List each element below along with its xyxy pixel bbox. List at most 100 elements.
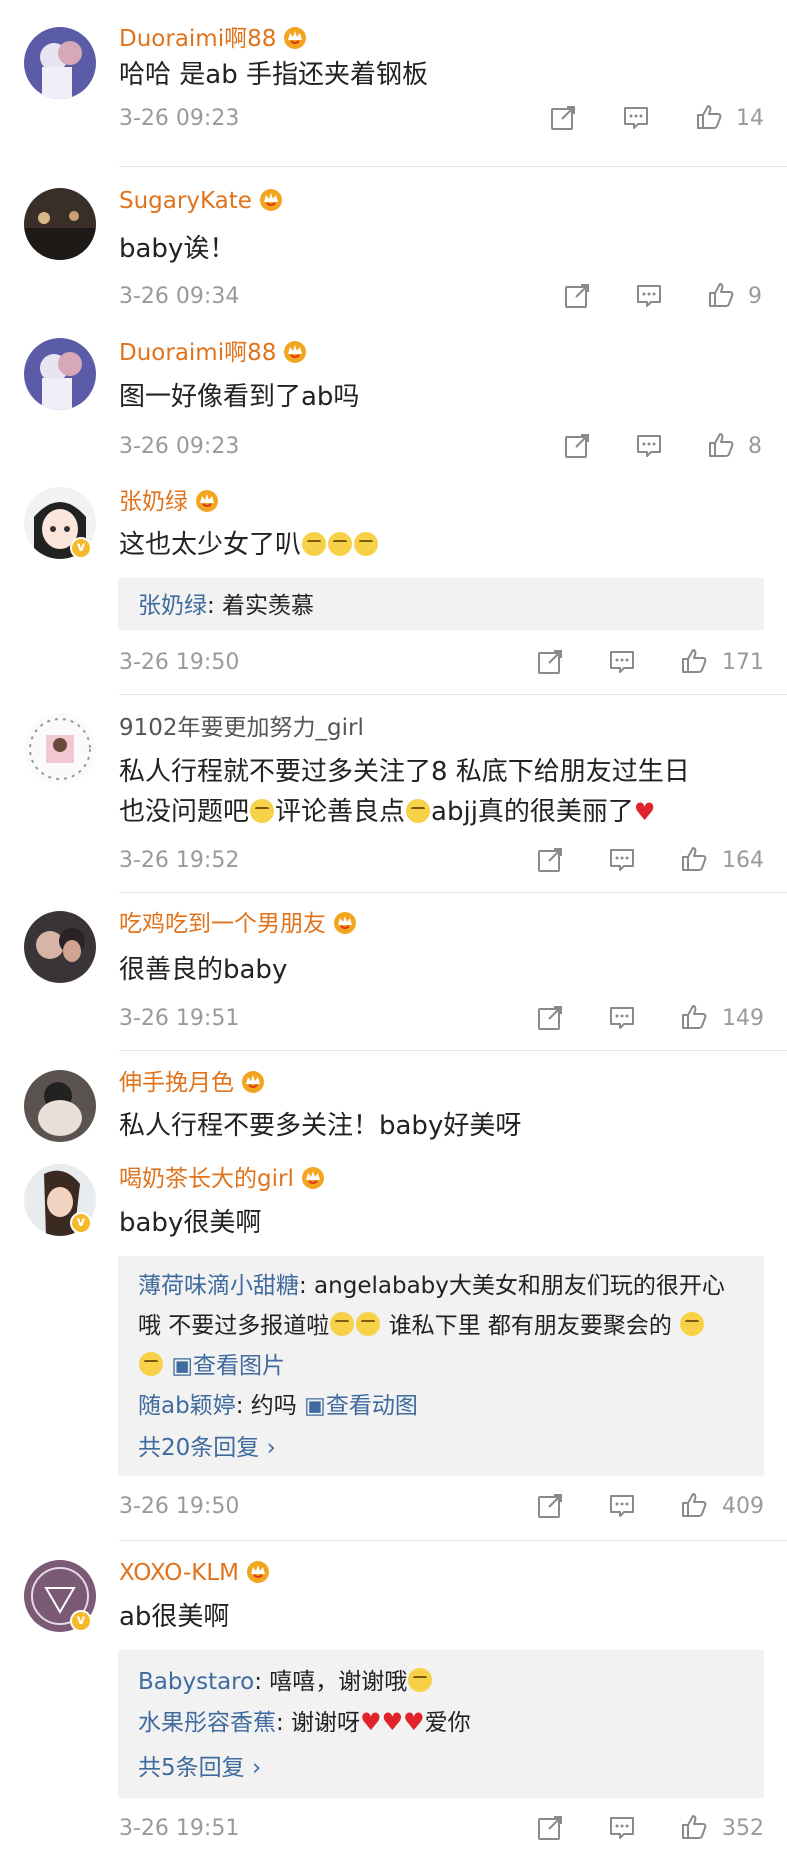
avatar[interactable] — [24, 1070, 96, 1142]
share-icon[interactable] — [536, 846, 564, 874]
username[interactable]: Duoraimi啊88 — [119, 23, 308, 55]
vip-crown-icon — [282, 24, 308, 50]
thumbs-up-icon[interactable] — [680, 1813, 708, 1841]
reply-line: Babystaro: 嘻嘻，谢谢哦 — [138, 1664, 433, 1700]
thumbs-up-icon[interactable] — [680, 647, 708, 675]
timestamp: 3-26 19:51 — [119, 1816, 240, 1841]
like-count: 9 — [748, 284, 762, 309]
share-icon[interactable] — [536, 648, 564, 676]
comment-text-segment: 评论善良点 — [275, 797, 406, 827]
username[interactable]: 喝奶茶长大的girl — [119, 1163, 326, 1195]
username[interactable]: SugaryKate — [119, 185, 284, 217]
reply-line: 水果彤容香蕉: 谢谢呀♥♥♥爱你 — [138, 1704, 471, 1741]
view-gif-label: 查看动图 — [325, 1393, 418, 1419]
comment-icon[interactable] — [608, 1814, 636, 1842]
avatar[interactable] — [24, 188, 96, 260]
timestamp: 3-26 19:51 — [119, 1006, 240, 1031]
comment-text: 私人行程不要多关注！baby好美呀 — [119, 1111, 522, 1141]
username[interactable]: 9102年要更加努力_girl — [119, 712, 364, 744]
thumbs-up-icon[interactable] — [680, 845, 708, 873]
vip-crown-icon — [300, 1164, 326, 1190]
timestamp: 3-26 19:52 — [119, 848, 240, 873]
reply-preview[interactable]: Babystaro: 嘻嘻，谢谢哦 水果彤容香蕉: 谢谢呀♥♥♥爱你 共5条回复… — [118, 1650, 764, 1798]
reply-line: 随ab颖婷: 约吗 ▣查看动图 — [138, 1388, 418, 1424]
emoji-icon — [356, 1312, 381, 1336]
comment-icon[interactable] — [635, 432, 663, 460]
comment-icon[interactable] — [635, 282, 663, 310]
more-replies-link[interactable]: 共20条回复 › — [138, 1430, 276, 1466]
heart-icon: ♥ — [633, 798, 656, 826]
divider — [119, 166, 787, 167]
thumbs-up-icon[interactable] — [707, 281, 735, 309]
comment-icon[interactable] — [608, 1492, 636, 1520]
reply-text: 爱你 — [424, 1710, 471, 1736]
emoji-icon — [354, 532, 379, 556]
reply-text: : 谢谢呀 — [276, 1710, 361, 1736]
username[interactable]: 张奶绿 — [119, 486, 220, 518]
timestamp: 3-26 19:50 — [119, 650, 240, 675]
reply-preview[interactable]: 张奶绿: 着实羡慕 — [118, 578, 764, 630]
verified-v-icon: v — [70, 1610, 92, 1632]
avatar[interactable] — [24, 911, 96, 983]
reply-author[interactable]: 随ab颖婷 — [138, 1393, 236, 1419]
avatar[interactable] — [24, 27, 96, 99]
reply-line: 张奶绿: 着实羡慕 — [138, 588, 314, 624]
share-icon[interactable] — [536, 1492, 564, 1520]
view-gif-link[interactable]: ▣查看动图 — [304, 1393, 418, 1419]
comment-text: 这也太少女了叭 — [119, 525, 379, 565]
divider — [119, 1540, 787, 1541]
share-icon[interactable] — [563, 432, 591, 460]
more-replies-link[interactable]: 共5条回复 › — [138, 1750, 261, 1786]
heart-icon: ♥♥♥ — [360, 1708, 425, 1736]
emoji-icon — [302, 532, 327, 556]
username[interactable]: XOXO-KLM — [119, 1557, 271, 1589]
comment-text: baby很美啊 — [119, 1208, 262, 1238]
share-icon[interactable] — [536, 1814, 564, 1842]
emoji-icon — [680, 1312, 705, 1336]
timestamp: 3-26 19:50 — [119, 1494, 240, 1519]
view-image-label: 查看图片 — [193, 1353, 286, 1379]
reply-text: 哦 不要过多报道啦 — [138, 1313, 330, 1339]
comment-icon[interactable] — [608, 846, 636, 874]
comment-text-segment: abjj真的很美丽了 — [431, 797, 634, 827]
reply-author[interactable]: 水果彤容香蕉 — [138, 1710, 276, 1736]
reply-author[interactable]: 薄荷味滴小甜糖 — [138, 1273, 299, 1299]
reply-author[interactable]: 张奶绿 — [138, 593, 207, 619]
view-image-link[interactable]: ▣查看图片 — [171, 1353, 285, 1379]
like-count: 14 — [736, 106, 764, 131]
comment-text-body: 这也太少女了叭 — [119, 530, 302, 560]
share-icon[interactable] — [549, 104, 577, 132]
timestamp: 3-26 09:23 — [119, 106, 240, 131]
thumbs-up-icon[interactable] — [707, 431, 735, 459]
comment-icon[interactable] — [608, 648, 636, 676]
divider — [119, 694, 787, 695]
comment-text: baby诶！ — [119, 234, 236, 264]
share-icon[interactable] — [536, 1004, 564, 1032]
avatar[interactable] — [24, 713, 96, 785]
comment-icon[interactable] — [608, 1004, 636, 1032]
reply-author[interactable]: Babystaro — [138, 1669, 254, 1695]
username[interactable]: Duoraimi啊88 — [119, 337, 308, 369]
username[interactable]: 吃鸡吃到一个男朋友 — [119, 908, 358, 940]
share-icon[interactable] — [563, 282, 591, 310]
avatar[interactable] — [24, 338, 96, 410]
vip-crown-icon — [245, 1558, 271, 1584]
timestamp: 3-26 09:34 — [119, 284, 240, 309]
vip-crown-icon — [282, 338, 308, 364]
comment-text-line: 也没问题吧 评论善良点 abjj真的很美丽了♥ — [119, 792, 655, 832]
username[interactable]: 伸手挽月色 — [119, 1067, 266, 1099]
reply-line: 薄荷味滴小甜糖: angelababy大美女和朋友们玩的很开心 — [138, 1268, 725, 1304]
vip-crown-icon — [194, 487, 220, 513]
thumbs-up-icon[interactable] — [695, 103, 723, 131]
vip-crown-icon — [240, 1068, 266, 1094]
thumbs-up-icon[interactable] — [680, 1003, 708, 1031]
emoji-icon — [408, 1668, 433, 1692]
like-count: 8 — [748, 434, 762, 459]
reply-preview[interactable]: 薄荷味滴小甜糖: angelababy大美女和朋友们玩的很开心 哦 不要过多报道… — [118, 1256, 764, 1476]
divider — [119, 1050, 787, 1051]
vip-crown-icon — [258, 186, 284, 212]
comment-text: 图一好像看到了ab吗 — [119, 382, 360, 412]
reply-line: ▣查看图片 — [138, 1348, 285, 1384]
thumbs-up-icon[interactable] — [680, 1491, 708, 1519]
comment-icon[interactable] — [622, 104, 650, 132]
